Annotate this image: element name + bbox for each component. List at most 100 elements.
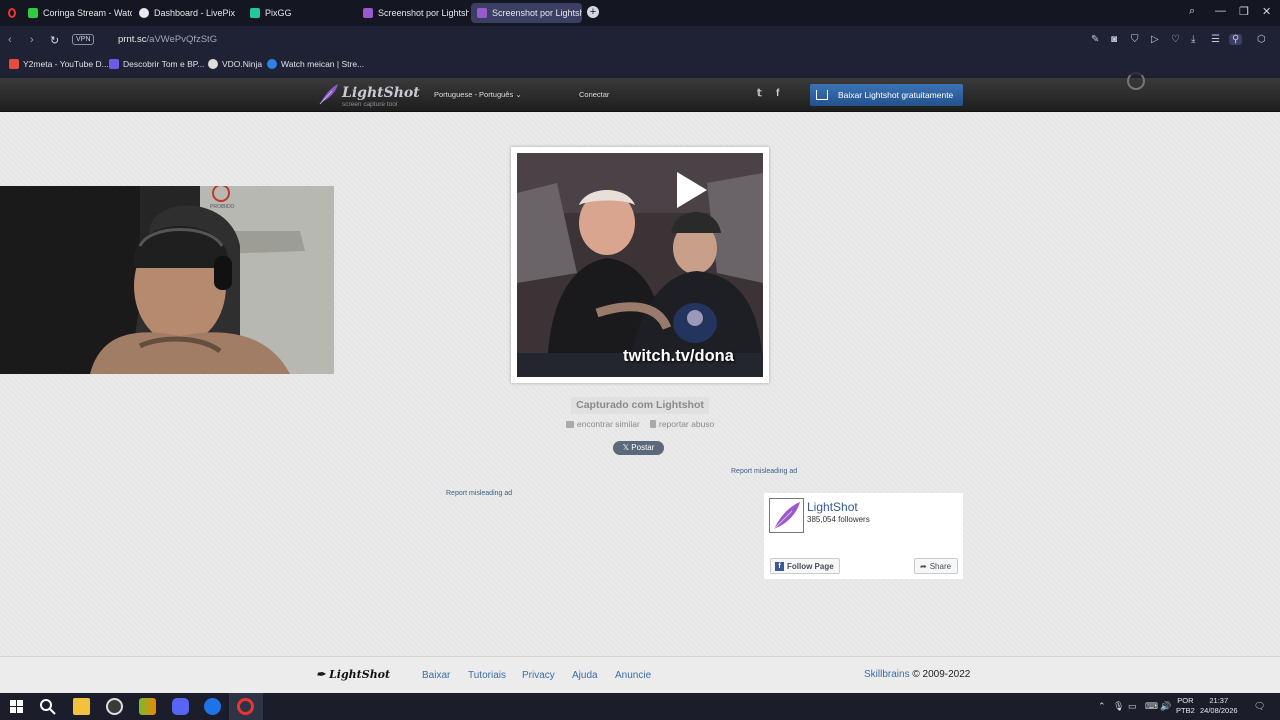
find-similar-link[interactable]: encontrar similar: [566, 419, 640, 429]
profile-icon[interactable]: ⚲: [1229, 34, 1243, 45]
minimize-icon[interactable]: —: [1215, 5, 1226, 17]
copyright-years: © 2009-2022: [912, 669, 971, 680]
twitter-icon[interactable]: 𝕥: [757, 88, 762, 99]
url-host: prnt.sc: [118, 34, 147, 45]
report-abuse-link[interactable]: reportar abuso: [650, 419, 714, 429]
search-icon[interactable]: [39, 698, 56, 715]
network-icon[interactable]: ⌨: [1145, 701, 1158, 712]
blue-app-icon[interactable]: [204, 698, 221, 715]
opera-menu[interactable]: [2, 3, 22, 23]
vpn-badge[interactable]: VPN: [72, 34, 95, 45]
livepix-favicon-icon: [139, 8, 149, 18]
back-icon[interactable]: ‹: [8, 34, 12, 46]
tab-lightshot-2[interactable]: Screenshot por Lightshot: [471, 3, 582, 23]
tab-coringa[interactable]: Coringa Stream - Watch L: [22, 3, 132, 23]
bookmark-vdo-ninja[interactable]: VDO.Ninja: [208, 59, 262, 69]
bookmark-descobrir-tom[interactable]: Descobrir Tom e BP...: [109, 59, 204, 69]
report-abuse-label: reportar abuso: [659, 419, 715, 429]
webcam-overlay: PROIBIDO: [0, 186, 334, 374]
copyright: Skillbrains © 2009-2022: [864, 669, 970, 680]
lightshot-avatar[interactable]: [769, 498, 804, 533]
coringa-favicon-icon: [28, 8, 38, 18]
game-app-icon[interactable]: [139, 698, 156, 715]
logo-tagline: screen capture tool: [342, 101, 398, 108]
facebook-icon[interactable]: f: [776, 88, 779, 99]
footer-link-privacy[interactable]: Privacy: [522, 670, 555, 681]
footer-link-anuncie[interactable]: Anuncie: [615, 670, 651, 681]
language-select[interactable]: Portuguese - Português ⌄: [434, 90, 522, 99]
bookmark-label: VDO.Ninja: [222, 59, 263, 69]
vdo-ninja-favicon-icon: [208, 59, 218, 69]
download-icon[interactable]: ⤓: [1191, 34, 1195, 45]
shield-icon[interactable]: ⛉: [1131, 34, 1139, 45]
language-indicator[interactable]: POR PTB2: [1176, 696, 1195, 716]
restore-icon[interactable]: ❐: [1239, 5, 1249, 18]
lightshot-header: LightShot screen capture tool Portuguese…: [0, 72, 1280, 112]
footer-link-ajuda[interactable]: Ajuda: [572, 670, 598, 681]
follow-label: Follow Page: [787, 561, 834, 571]
bookmark-y2meta[interactable]: Y2meta - YouTube D...: [9, 59, 109, 69]
reload-icon[interactable]: ↻: [50, 34, 59, 47]
screenshot-image[interactable]: twitch.tv/dona: [517, 153, 763, 377]
facebook-page-widget: LightShot 385,054 followers f Follow Pag…: [764, 493, 963, 579]
play-icon[interactable]: ▷: [1151, 34, 1159, 45]
lightshot-logo[interactable]: LightShot screen capture tool: [318, 84, 420, 108]
share-button[interactable]: ➦ Share: [914, 558, 958, 574]
tweet-button[interactable]: 𝕏 Postar: [613, 441, 664, 455]
footer-link-tutoriais[interactable]: Tutoriais: [468, 670, 506, 681]
feather-logo-icon: [319, 84, 338, 105]
facebook-f-icon: f: [775, 561, 784, 571]
forward-icon[interactable]: ›: [30, 34, 34, 46]
chevron-down-icon: ⌄: [515, 90, 522, 99]
y2meta-favicon-icon: [9, 59, 19, 69]
svg-text:PROIBIDO: PROIBIDO: [210, 204, 235, 210]
follow-page-button[interactable]: f Follow Page: [770, 558, 840, 574]
lang-line-1: POR: [1177, 696, 1194, 705]
tab-lightshot-1[interactable]: Screenshot por Lightshot: [357, 3, 469, 23]
file-explorer-icon[interactable]: [73, 698, 90, 715]
menu-icon[interactable]: ☰: [1211, 34, 1220, 45]
lightshot-page: LightShot screen capture tool Portuguese…: [0, 72, 1280, 693]
play-icon[interactable]: [677, 172, 707, 208]
windows-start-icon[interactable]: [8, 698, 25, 715]
search-tabs-icon[interactable]: ⌕: [1189, 5, 1195, 18]
fb-page-name[interactable]: LightShot: [807, 500, 858, 514]
logo-name: LightShot: [342, 85, 420, 101]
tab-livepix[interactable]: Dashboard - LivePix: [133, 3, 243, 23]
camera-icon[interactable]: ◙: [1111, 34, 1117, 45]
bookmarks-bar: Y2meta - YouTube D... Descobrir Tom e BP…: [0, 54, 1280, 76]
report-misleading-ad-link[interactable]: Report misleading ad: [446, 490, 512, 497]
obs-icon[interactable]: [106, 698, 123, 715]
display-icon[interactable]: ▭: [1128, 701, 1137, 712]
screenshot-scene: [517, 153, 763, 377]
login-link[interactable]: Conectar: [579, 90, 609, 99]
bookmark-watch-meican[interactable]: Watch meican | Stre...: [267, 59, 364, 69]
tab-label: PixGG: [265, 8, 292, 18]
opera-icon[interactable]: [237, 698, 254, 715]
skillbrains-link[interactable]: Skillbrains: [864, 669, 910, 680]
share-label: Share: [929, 561, 952, 571]
notifications-icon[interactable]: 🗨: [1254, 701, 1265, 712]
tray-chevron-icon[interactable]: ⌃: [1098, 701, 1106, 712]
capture-caption: Capturado com Lightshot: [571, 397, 709, 414]
system-clock[interactable]: 21:37 24/08/2026: [1200, 696, 1238, 716]
edit-icon[interactable]: ✎: [1091, 34, 1099, 45]
close-icon[interactable]: ✕: [1262, 5, 1271, 18]
new-tab-button[interactable]: +: [587, 6, 599, 18]
extensions-icon[interactable]: ⬡: [1257, 34, 1266, 45]
tab-pixgg[interactable]: PixGG: [244, 3, 354, 23]
heart-icon[interactable]: ♡: [1171, 34, 1180, 45]
volume-icon[interactable]: 🔊: [1160, 701, 1171, 712]
download-lightshot-button[interactable]: Baixar Lightshot gratuitamente: [810, 84, 963, 106]
footer-logo[interactable]: ✒ LightShot: [316, 668, 390, 681]
footer-link-baixar[interactable]: Baixar: [422, 670, 450, 681]
download-button-label: Baixar Lightshot gratuitamente: [838, 90, 954, 100]
lightshot-feather-icon: [363, 8, 373, 18]
url-field[interactable]: prnt.sc/aVWePvQfzStG: [118, 34, 217, 45]
microphone-icon[interactable]: 🎙: [1113, 701, 1124, 712]
screenshot-frame[interactable]: twitch.tv/dona: [511, 147, 769, 383]
overlay-text: twitch.tv/dona: [623, 347, 734, 365]
report-misleading-ad-link[interactable]: Report misleading ad: [731, 468, 797, 475]
tab-label: Dashboard - LivePix: [154, 8, 236, 18]
discord-icon[interactable]: [172, 698, 189, 715]
